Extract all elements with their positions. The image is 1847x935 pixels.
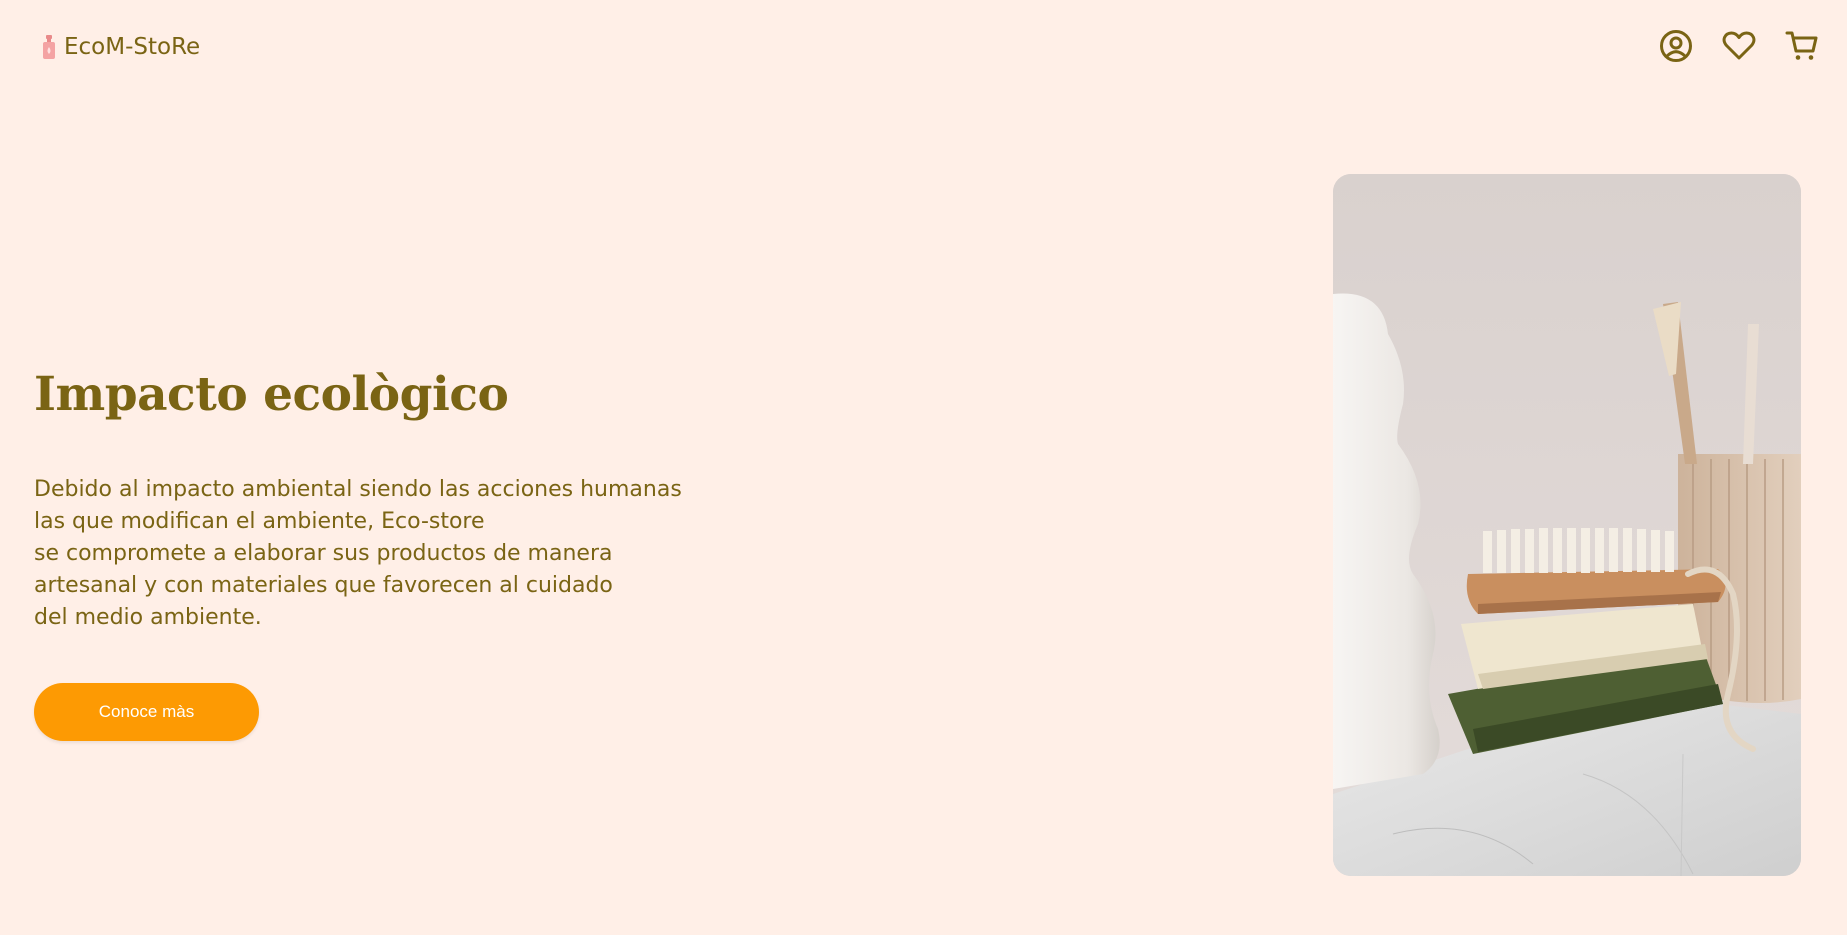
nav-icons [1658,28,1820,64]
hero-section: Impacto ecològico Debido al impacto ambi… [34,360,734,634]
hero-description-line: artesanal y con materiales que favorecen… [34,573,613,598]
cart-icon[interactable] [1784,28,1820,64]
hero-description-line: Debido al impacto ambiental siendo las a… [34,477,682,502]
hero-description-line: del medio ambiente. [34,605,262,630]
hero-description-line: las que modifican el ambiente, Eco-store [34,509,485,534]
navbar: EcoM-StoRe [0,0,1847,100]
page-title: Impacto ecològico [34,367,509,422]
hero-description: Debido al impacto ambiental siendo las a… [34,474,734,634]
heart-icon[interactable] [1721,28,1757,64]
hero-image [1333,174,1801,876]
learn-more-button[interactable]: Conoce màs [34,683,259,741]
hero-description-line: se compromete a elaborar sus productos d… [34,541,613,566]
lotion-bottle-icon [40,34,58,60]
brand-name: EcoM-StoRe [64,34,201,60]
user-circle-icon[interactable] [1658,28,1694,64]
brand-logo-link[interactable]: EcoM-StoRe [40,34,200,60]
